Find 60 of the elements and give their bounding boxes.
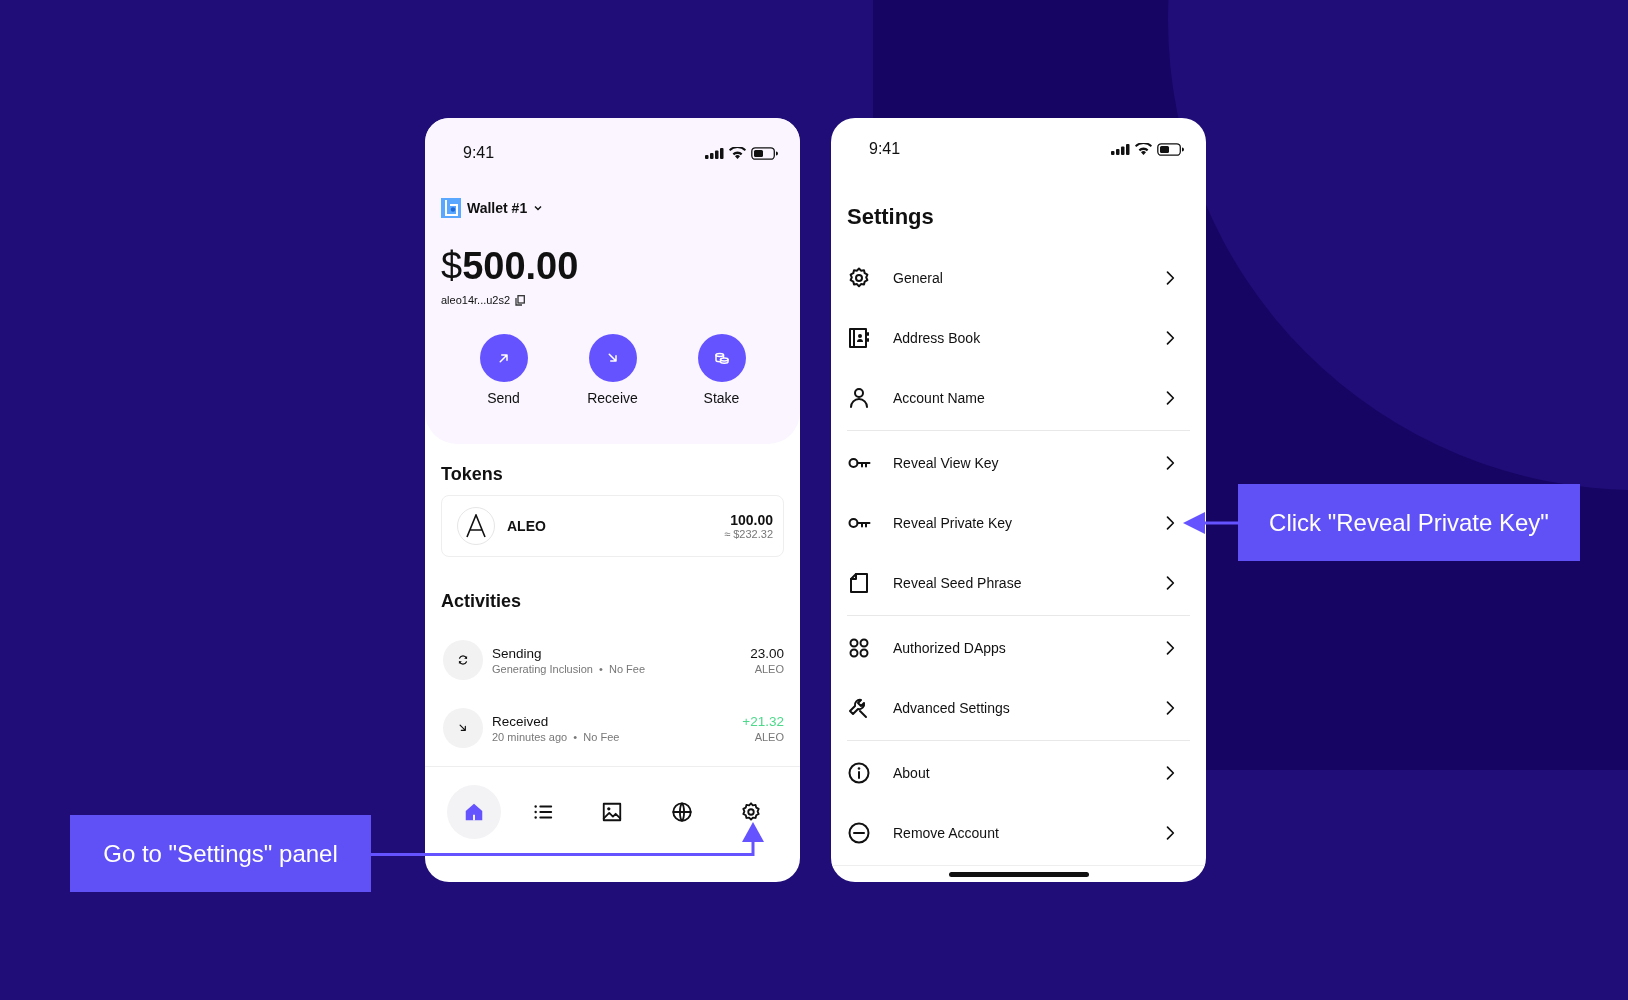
stake-action-button[interactable] [697, 334, 746, 382]
token-row[interactable]: ALEO 100.00 ≈ $232.32 [441, 495, 784, 557]
send-action-button[interactable] [479, 334, 528, 382]
copy-icon[interactable] [515, 294, 526, 306]
activity-amount: 23.00 [750, 645, 784, 661]
connector-arrow [1183, 510, 1239, 536]
status-time: 9:41 [869, 140, 901, 158]
page-icon [847, 571, 871, 595]
token-value: ≈ $232.32 [724, 528, 773, 540]
section-heading: Tokens [441, 464, 504, 485]
activity-title: Received [492, 713, 550, 729]
settings-item[interactable]: About [847, 743, 1190, 803]
status-time: 9:41 [463, 144, 495, 162]
settings-item[interactable]: Address Book [847, 308, 1190, 368]
token-symbol: ALEO [507, 518, 547, 534]
wallet-address: aleo14r...u2s2 [441, 294, 511, 306]
activity-detail: 20 minutes ago • No Fee [492, 730, 621, 743]
settings-item[interactable]: Advanced Settings [847, 678, 1190, 738]
settings-item[interactable]: Remove Account [847, 803, 1190, 863]
sync-icon [443, 640, 483, 680]
settings-item[interactable]: Reveal Private Key [847, 493, 1190, 553]
signal-icon [1111, 143, 1130, 155]
globe-icon [670, 801, 693, 823]
address-book-icon [847, 326, 871, 350]
settings-item[interactable]: Reveal Seed Phrase [847, 553, 1190, 613]
four-circles-icon [847, 636, 871, 660]
token-amount: 100.00 [730, 512, 773, 528]
minus-circle-icon [847, 821, 871, 845]
action-label: Receive [587, 390, 638, 406]
person-icon [847, 386, 871, 410]
info-icon [847, 761, 871, 785]
activity-title: Sending [492, 645, 543, 661]
wifi-icon [729, 147, 746, 159]
callout-label: Go to "Settings" panel [70, 815, 371, 892]
settings-item[interactable]: Authorized DApps [847, 618, 1190, 678]
balance-amount: $500.00 [440, 244, 580, 288]
activity-detail: Generating Inclusion • No Fee [492, 662, 647, 675]
activity-unit: ALEO [754, 662, 784, 675]
battery-icon [1157, 142, 1184, 156]
signal-icon [705, 147, 724, 159]
wallet-logo-icon [441, 198, 461, 218]
arrow-down-right-icon [443, 708, 483, 748]
section-heading: Activities [441, 591, 523, 612]
callout-label: Click "Reveal Private Key" [1238, 484, 1580, 561]
settings-item[interactable]: Account Name [847, 368, 1190, 428]
screen-title: Settings [847, 204, 935, 230]
action-label: Stake [703, 390, 740, 406]
wallet-selector[interactable]: Wallet #1 [467, 200, 544, 216]
settings-item[interactable]: Reveal View Key [847, 433, 1190, 493]
activity-unit: ALEO [754, 730, 784, 743]
wifi-icon [1135, 143, 1152, 155]
receive-action-button[interactable] [588, 334, 637, 382]
gear-icon [847, 266, 871, 290]
settings-item[interactable]: General [847, 248, 1190, 308]
image-icon [601, 801, 624, 823]
activity-amount: +21.32 [742, 713, 784, 729]
caret-icon [533, 203, 544, 213]
action-label: Send [487, 390, 520, 406]
settings-icon [740, 801, 763, 823]
battery-icon [751, 146, 778, 160]
